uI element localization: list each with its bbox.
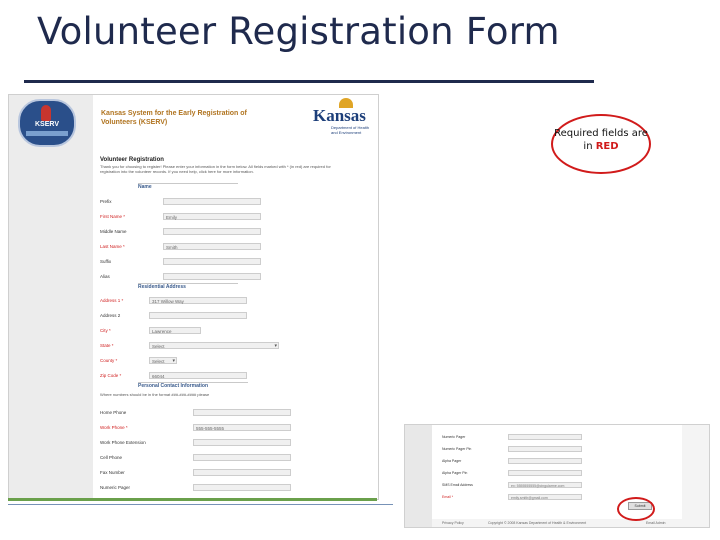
field-value: Smith — [166, 245, 178, 250]
inset-footer: Privacy Policy Copyright © 2008 Kansas D… — [432, 519, 682, 527]
field-label: Address 1 * — [100, 298, 124, 303]
kansas-logo-text: Kansas — [313, 106, 366, 125]
input-field[interactable] — [149, 312, 247, 319]
field-label: SMS Email Address — [442, 483, 473, 487]
callout-line1: Required fields are — [554, 128, 648, 139]
input-field[interactable] — [508, 434, 582, 440]
volunteer-figure-icon — [41, 105, 51, 121]
screenshot-bottom-line — [8, 504, 393, 505]
select-field[interactable]: Select ▾ — [149, 342, 279, 349]
input-field[interactable]: 66044 — [149, 372, 247, 379]
input-field[interactable] — [508, 458, 582, 464]
field-label: Alias — [100, 274, 110, 279]
input-field[interactable]: Emily — [163, 213, 261, 220]
left-rail: KSERV — [9, 95, 93, 499]
email-admin-link[interactable]: Email Admin — [646, 519, 665, 527]
field-label: First Name * — [100, 214, 126, 219]
field-value: Select — [152, 344, 165, 349]
callout-line2-prefix: in — [583, 141, 596, 152]
section-address-header: Residential Address — [138, 283, 238, 292]
input-field[interactable] — [193, 439, 291, 446]
field-value: emily.smith@gmail.com — [511, 496, 548, 500]
field-value: Lawrence — [152, 329, 172, 334]
copyright-text: Copyright © 2008 Kansas Department of He… — [488, 521, 587, 525]
field-label: Numeric Pager — [442, 435, 466, 439]
registration-screenshot: KSERV Kansas System for the Early Regist… — [8, 94, 379, 500]
slide-title: Volunteer Registration Form — [37, 10, 560, 53]
input-field[interactable] — [508, 470, 582, 476]
kansas-logo: Kansas Department of Health and Environm… — [313, 98, 375, 135]
contact-note: Where numbers should be in the format ##… — [100, 392, 210, 397]
field-value: 66044 — [152, 374, 165, 379]
field-label: Last Name * — [100, 244, 125, 249]
privacy-policy-link[interactable]: Privacy Policy — [442, 519, 464, 527]
field-label: City * — [100, 328, 111, 333]
field-label: Fax Number — [100, 470, 125, 475]
input-field[interactable]: Lawrence — [149, 327, 201, 334]
chevron-down-icon: ▾ — [274, 343, 277, 349]
kserv-logo[interactable]: KSERV — [18, 99, 76, 147]
input-field[interactable] — [163, 258, 261, 265]
kserv-logo-text: KSERV — [35, 121, 59, 128]
app-title: Kansas System for the Early Registration… — [101, 110, 247, 126]
input-field[interactable] — [163, 198, 261, 205]
field-value: ex: 5555555555@cingularme.com — [511, 484, 565, 488]
input-field[interactable] — [193, 454, 291, 461]
input-field[interactable]: emily.smith@gmail.com — [508, 494, 582, 500]
field-value: 317 Willow Way — [152, 299, 184, 304]
registration-form: Volunteer Registration Thank you for cho… — [93, 135, 378, 499]
registration-inset-screenshot: Numeric Pager Numeric Pager Pin Alpha Page… — [404, 424, 710, 528]
field-label: State * — [100, 343, 114, 348]
section-contact-header: Personal Contact Information — [138, 382, 248, 391]
field-label: Home Phone — [100, 410, 127, 415]
logo-ribbon — [26, 131, 68, 136]
field-value: Select — [152, 359, 165, 364]
field-label: Email * — [442, 495, 454, 499]
input-field[interactable] — [163, 273, 261, 280]
app-header: Kansas System for the Early Registration… — [93, 95, 378, 135]
title-divider — [24, 80, 594, 83]
callout-text: Required fields are in RED — [553, 127, 649, 153]
field-label: Address 2 — [100, 313, 121, 318]
field-label: Work Phone * — [100, 425, 128, 430]
callout-red-word: RED — [595, 141, 619, 152]
chevron-down-icon: ▾ — [172, 358, 175, 364]
select-field[interactable]: Select ▾ — [149, 357, 177, 364]
field-label: County * — [100, 358, 118, 363]
field-label: Zip Code * — [100, 373, 122, 378]
input-field[interactable] — [508, 446, 582, 452]
form-title: Volunteer Registration — [100, 157, 164, 163]
field-label: Middle Name — [100, 229, 127, 234]
input-field[interactable] — [193, 409, 291, 416]
input-field[interactable] — [163, 228, 261, 235]
field-label: Work Phone Extension — [100, 440, 146, 445]
field-value: 555-555-5555 — [196, 426, 225, 431]
field-label: Numeric Pager Pin — [442, 447, 472, 451]
input-field[interactable] — [193, 484, 291, 491]
field-label: Prefix — [100, 199, 112, 204]
input-field[interactable]: Smith — [163, 243, 261, 250]
submit-highlight-circle — [617, 497, 655, 521]
screenshot-bottom-bar — [8, 498, 377, 501]
field-label: Alpha Pager Pin — [442, 471, 468, 475]
field-label: Numeric Pager — [100, 485, 131, 490]
input-field[interactable]: 555-555-5555 — [193, 424, 291, 431]
required-fields-callout: Required fields are in RED — [551, 114, 651, 174]
field-label: Alpha Pager — [442, 459, 462, 463]
section-name-header: Name — [138, 183, 238, 192]
inset-left-rail — [405, 425, 432, 527]
form-instructions: Thank you for choosing to register! Plea… — [100, 164, 331, 174]
input-field[interactable]: ex: 5555555555@cingularme.com — [508, 482, 582, 488]
field-value: Emily — [166, 215, 177, 220]
input-field[interactable]: 317 Willow Way — [149, 297, 247, 304]
field-label: Suffix — [100, 259, 112, 264]
input-field[interactable] — [193, 469, 291, 476]
field-label: Cell Phone — [100, 455, 123, 460]
kansas-logo-dept: Department of Health and Environment — [331, 125, 370, 135]
